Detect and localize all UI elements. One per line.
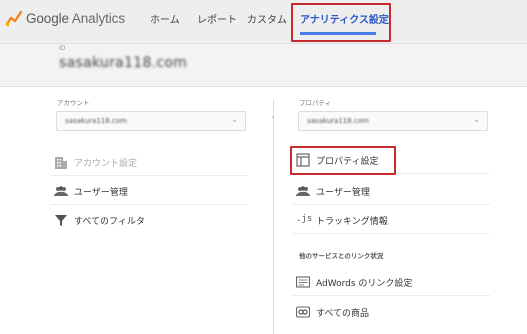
link-products-icon — [296, 306, 310, 318]
brand-name: Google — [26, 11, 69, 26]
account-user-management-label: ユーザー管理 — [74, 188, 128, 198]
account-column-heading: アカウント — [57, 99, 90, 107]
property-user-management-item[interactable]: ユーザー管理 — [292, 177, 490, 205]
all-filters-label: すべてのフィルタ — [74, 217, 145, 227]
tracking-info-item[interactable]: .js トラッキング情報 — [292, 206, 490, 234]
property-column-heading: プロパティ — [299, 99, 332, 107]
property-user-management-label: ユーザー管理 — [316, 188, 370, 198]
users-icon — [296, 186, 310, 196]
all-filters-item[interactable]: すべてのフィルタ — [50, 206, 248, 234]
account-name: sasakura118.com — [59, 55, 188, 71]
adwords-linking-item[interactable]: AdWords のリンク設定 — [292, 268, 490, 296]
all-products-item[interactable]: すべての商品 — [292, 298, 490, 326]
chevron-down-icon: ⌄ — [473, 115, 480, 124]
analytics-logo-icon — [6, 10, 22, 26]
adwords-linking-label: AdWords のリンク設定 — [316, 279, 413, 289]
filter-icon — [55, 215, 67, 226]
collapse-handle-icon[interactable]: ‹ — [268, 113, 278, 127]
tab-reports[interactable]: レポート — [197, 11, 237, 26]
property-selector-value: sasakura118.com — [307, 117, 369, 125]
brand-logo[interactable]: Google Analytics — [26, 11, 125, 26]
building-icon — [55, 157, 67, 169]
account-settings-item[interactable]: アカウント設定 — [50, 148, 248, 176]
product-linking-heading: 他のサービスとのリンク状況 — [299, 252, 384, 260]
users-icon — [54, 186, 68, 196]
property-selector[interactable]: sasakura118.com ⌄ — [298, 111, 488, 131]
tracking-info-label: トラッキング情報 — [316, 217, 388, 227]
tab-custom[interactable]: カスタム — [247, 11, 287, 26]
account-id-label: ID — [59, 45, 66, 52]
account-settings-label: アカウント設定 — [74, 159, 138, 169]
column-divider — [273, 100, 274, 334]
adwords-icon — [296, 276, 310, 288]
account-selector-value: sasakura118.com — [65, 117, 127, 125]
account-selector[interactable]: sasakura118.com ⌄ — [56, 111, 246, 131]
highlight-box-property-settings — [290, 146, 396, 175]
brand-product: Analytics — [71, 11, 125, 26]
js-icon: .js — [296, 214, 313, 224]
highlight-box-admin-tab — [291, 3, 391, 42]
chevron-down-icon: ⌄ — [231, 115, 238, 124]
all-products-label: すべての商品 — [316, 309, 370, 319]
tab-home[interactable]: ホーム — [150, 11, 180, 26]
account-user-management-item[interactable]: ユーザー管理 — [50, 177, 248, 205]
